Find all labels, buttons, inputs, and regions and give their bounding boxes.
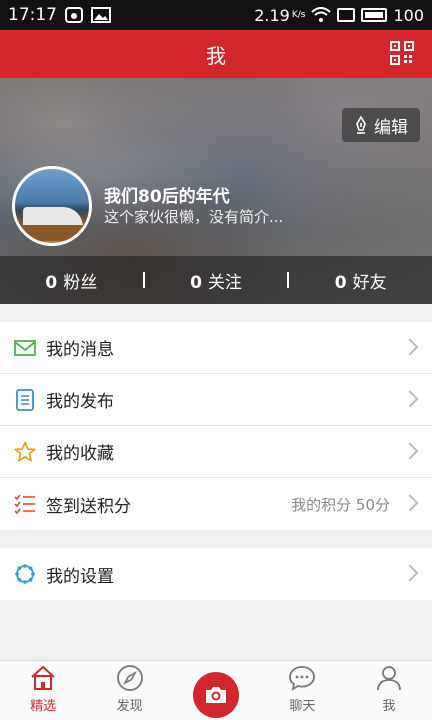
bottom-nav: 精选 发现 聊天 我 <box>0 660 432 720</box>
mail-icon <box>14 339 36 356</box>
edit-profile-label: 编辑 <box>374 117 408 138</box>
chevron-right-icon <box>401 442 419 460</box>
document-icon <box>16 388 34 411</box>
app-header: 我 <box>0 30 432 78</box>
chevron-right-icon <box>401 494 419 512</box>
nav-label: 聊天 <box>289 699 316 714</box>
menu-group: 我的消息 我的发布 我的收藏 签到送积分 我的积分 50分 <box>0 322 432 530</box>
menu-item-label: 我的发布 <box>46 392 114 412</box>
page-title: 我 <box>206 43 226 68</box>
points-value: 我的积分 50分 <box>291 495 390 514</box>
menu-item-label: 我的收藏 <box>46 444 114 464</box>
chevron-right-icon <box>401 338 419 356</box>
mail-icon-wrap <box>14 337 36 359</box>
stat-following[interactable]: 0 关注 <box>145 268 288 293</box>
profile-stats: 0 粉丝 0 关注 0 好友 <box>0 256 432 304</box>
checklist-icon <box>14 494 35 514</box>
profile-banner: 编辑 我们80后的年代 这个家伙很懒，没有简介... 0 粉丝 0 关注 0 好友 <box>0 78 432 304</box>
user-bio: 这个家伙很懒，没有简介... <box>104 208 284 226</box>
menu-item-messages[interactable]: 我的消息 <box>0 322 432 374</box>
edit-profile-button[interactable]: 编辑 <box>342 108 420 142</box>
nav-discover[interactable]: 发现 <box>86 661 172 720</box>
person-icon <box>376 666 401 691</box>
chevron-right-icon <box>401 390 419 408</box>
stat-friends[interactable]: 0 好友 <box>289 268 432 293</box>
network-speed: 2.19 <box>254 5 290 25</box>
home-icon <box>31 665 55 690</box>
star-icon-wrap <box>14 441 36 463</box>
chat-icon <box>289 666 316 691</box>
battery-icon <box>361 8 388 22</box>
gear-icon <box>15 564 35 584</box>
stat-count: 0 <box>190 272 202 293</box>
notification-app-icon <box>65 7 83 23</box>
document-icon-wrap <box>14 388 36 411</box>
avatar-image-hull <box>19 225 89 241</box>
wifi-icon <box>311 7 332 22</box>
username: 我们80后的年代 <box>104 187 230 207</box>
camera-button[interactable] <box>193 671 240 718</box>
nav-featured[interactable]: 精选 <box>0 661 86 720</box>
nav-camera[interactable] <box>173 661 259 720</box>
menu-item-settings[interactable]: 我的设置 <box>0 548 432 600</box>
nav-label: 发现 <box>116 699 143 714</box>
checklist-icon-wrap <box>14 493 36 515</box>
menu-item-favorites[interactable]: 我的收藏 <box>0 426 432 478</box>
menu-item-label: 我的设置 <box>46 566 114 587</box>
stat-count: 0 <box>334 272 347 293</box>
compass-icon <box>116 665 143 691</box>
network-speed-unit: K/s <box>291 10 306 20</box>
stat-followers[interactable]: 0 粉丝 <box>0 268 143 293</box>
stat-label: 关注 <box>207 272 242 293</box>
settings-group: 我的设置 <box>0 548 432 600</box>
status-bar: 17:17 2.19 K/s 100 <box>0 0 432 30</box>
nav-label: 我 <box>382 699 396 714</box>
stat-label: 好友 <box>352 272 387 293</box>
stat-label: 粉丝 <box>63 272 98 293</box>
nav-me[interactable]: 我 <box>346 661 432 720</box>
menu-item-label: 签到送积分 <box>46 496 131 517</box>
chevron-right-icon <box>401 564 419 582</box>
gear-icon-wrap <box>14 563 36 585</box>
nav-label: 精选 <box>30 699 57 714</box>
battery-level: 100 <box>393 5 424 25</box>
status-time: 17:17 <box>8 5 57 25</box>
menu-item-checkin[interactable]: 签到送积分 我的积分 50分 <box>0 478 432 530</box>
star-icon <box>14 441 36 461</box>
avatar[interactable] <box>12 166 92 246</box>
menu-item-posts[interactable]: 我的发布 <box>0 374 432 426</box>
pen-icon <box>356 116 366 134</box>
image-notification-icon <box>91 7 111 23</box>
camera-icon <box>206 686 227 703</box>
stat-count: 0 <box>45 272 58 293</box>
nav-chat[interactable]: 聊天 <box>259 661 345 720</box>
qr-code-icon[interactable] <box>390 41 414 65</box>
sim-icon <box>337 8 356 22</box>
menu-item-label: 我的消息 <box>46 340 114 360</box>
